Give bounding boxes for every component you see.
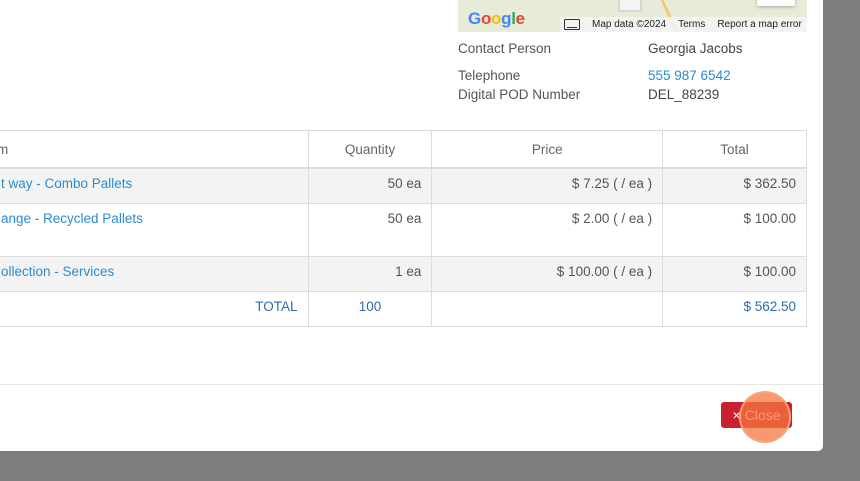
close-icon: × <box>732 407 741 423</box>
close-button[interactable]: × Close <box>721 402 792 428</box>
telephone-label: Telephone <box>458 68 521 83</box>
close-label: Close <box>744 407 781 423</box>
items-table: m Quantity Price Total t way - Combo Pal… <box>0 130 807 327</box>
modal-footer-divider <box>0 384 823 385</box>
map-view[interactable]: Google Map data ©2024 Terms Report a map… <box>458 0 807 32</box>
price-cell: $ 100.00 ( / ea ) <box>431 256 664 292</box>
google-logo: Google <box>468 9 525 28</box>
total-quantity: 100 <box>307 291 433 327</box>
price-column-header: Price <box>431 130 664 169</box>
total-row: TOTAL 100 $ 562.50 <box>0 291 807 327</box>
price-cell: $ 2.00 ( / ea ) <box>431 203 664 257</box>
pod-number-label: Digital POD Number <box>458 87 581 102</box>
map-attribution-bar: Map data ©2024 Terms Report a map error <box>560 17 807 32</box>
telephone-link[interactable]: 555 987 6542 <box>648 68 731 83</box>
total-cell: $ 362.50 <box>662 167 807 204</box>
quantity-cell: 50 ea <box>307 167 433 204</box>
modal-dialog: Google Map data ©2024 Terms Report a map… <box>0 0 823 451</box>
grand-total: $ 562.50 <box>662 291 807 327</box>
total-price-empty <box>431 291 664 327</box>
map-report-link[interactable]: Report a map error <box>717 19 801 30</box>
pod-number-value: DEL_88239 <box>648 87 720 102</box>
price-cell: $ 7.25 ( / ea ) <box>431 167 664 204</box>
item-link[interactable]: t way - Combo Pallets <box>1 176 132 191</box>
quantity-column-header: Quantity <box>307 130 433 169</box>
map-data-text: Map data ©2024 <box>592 19 667 30</box>
item-link[interactable]: ollection - Services <box>1 264 114 279</box>
contact-person-value: Georgia Jacobs <box>648 41 743 56</box>
item-link[interactable]: ange - Recycled Pallets <box>1 211 143 226</box>
total-cell: $ 100.00 <box>662 256 807 292</box>
total-cell: $ 100.00 <box>662 203 807 257</box>
contact-person-label: Contact Person <box>458 41 552 56</box>
map-road-marker <box>618 0 642 12</box>
map-zoom-control[interactable] <box>757 0 795 6</box>
table-row: ange - Recycled Pallets 50 ea $ 2.00 ( /… <box>0 203 807 257</box>
total-label: TOTAL <box>0 291 309 327</box>
keyboard-icon[interactable] <box>564 19 580 30</box>
item-column-header: m <box>0 130 309 169</box>
quantity-cell: 1 ea <box>307 256 433 292</box>
table-row: t way - Combo Pallets 50 ea $ 7.25 ( / e… <box>0 167 807 204</box>
total-column-header: Total <box>662 130 807 169</box>
map-terms-link[interactable]: Terms <box>678 19 705 30</box>
quantity-cell: 50 ea <box>307 203 433 257</box>
table-row: ollection - Services 1 ea $ 100.00 ( / e… <box>0 256 807 292</box>
table-header-row: m Quantity Price Total <box>0 130 807 169</box>
